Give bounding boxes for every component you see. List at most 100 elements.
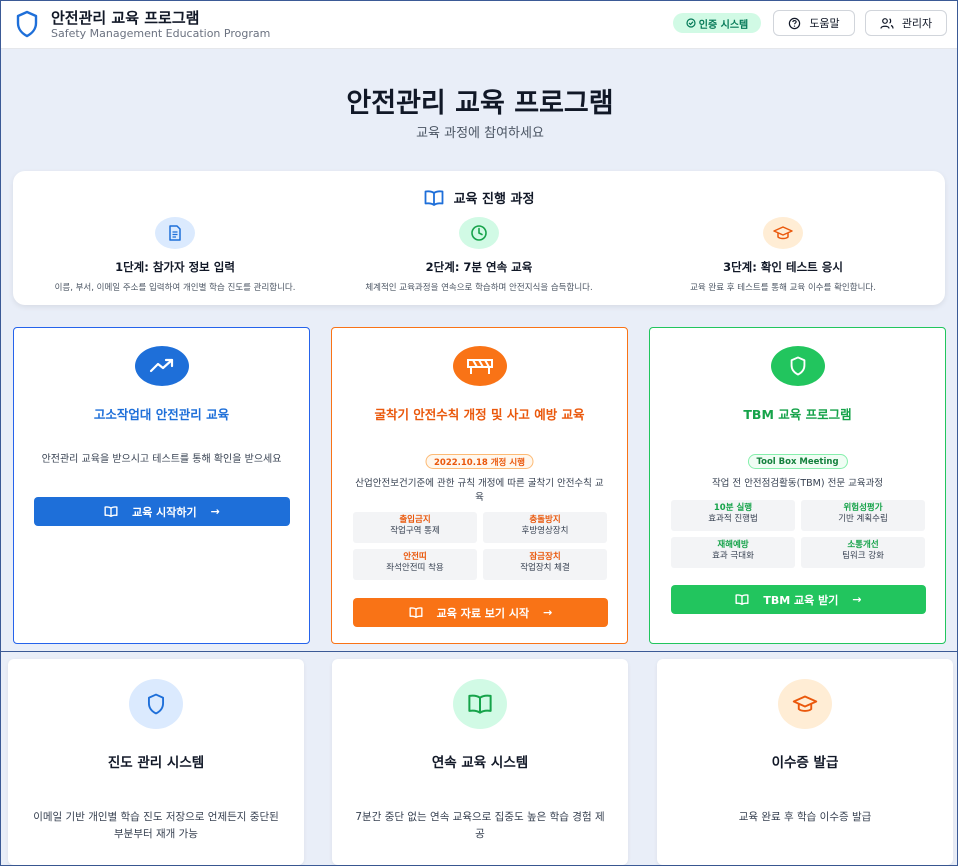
tbm-education-label: TBM 교육 받기 (763, 593, 839, 607)
certification-badge: 인증 시스템 (673, 13, 761, 33)
feature-card-progress: 진도 관리 시스템 이메일 기반 개인별 학습 진도 저장으로 언제든지 중단된… (8, 659, 304, 865)
course-2-icon-circle (452, 346, 507, 386)
cell-value: 기반 계획수립 (838, 514, 888, 525)
feature-card-continuous: 연속 교육 시스템 7분간 중단 없는 연속 교육으로 집중도 높은 학습 경험… (332, 659, 628, 865)
course-card-tbm: TBM 교육 프로그램 Tool Box Meeting 작업 전 안전점검활동… (649, 327, 946, 644)
course-1-title: 고소작업대 안전관리 교육 (93, 407, 230, 422)
book-open-icon (104, 506, 118, 517)
cell-key: 출입금지 (399, 515, 431, 525)
tool-box-meeting-badge: Tool Box Meeting (747, 454, 848, 469)
arrow-right-icon: → (210, 505, 220, 518)
step-1-title: 1단계: 참가자 정보 입력 (115, 260, 235, 274)
info-cell: 잠금장치 작업장치 체결 (483, 549, 607, 580)
step-1-desc: 이름, 부서, 이메일 주소를 입력하여 개인별 학습 진도를 관리합니다. (54, 283, 296, 293)
start-education-label: 교육 시작하기 (132, 505, 197, 519)
step-1: 1단계: 참가자 정보 입력 이름, 부서, 이메일 주소를 입력하여 개인별 … (20, 217, 330, 293)
book-open-icon (409, 607, 423, 618)
cell-value: 효과적 진행법 (708, 514, 758, 525)
feature-card-certificate: 이수증 발급 교육 완료 후 학습 이수증 발급 (657, 659, 953, 865)
admin-label: 관리자 (901, 17, 933, 30)
info-cell: 소통개선 팀워크 강화 (801, 537, 925, 568)
revision-date-badge: 2022.10.18 개정 시행 (425, 454, 534, 469)
cell-key: 안전띠 (403, 552, 427, 562)
process-title: 교육 진행 과정 (453, 192, 535, 207)
step-3-title: 3단계: 확인 테스트 응시 (723, 260, 843, 274)
start-education-button[interactable]: 교육 시작하기 → (34, 497, 290, 526)
info-cell: 충돌방지 후방영상장치 (483, 512, 607, 543)
course-3-title: TBM 교육 프로그램 (743, 407, 852, 422)
step-3-icon-circle (763, 217, 803, 249)
info-cell: 10분 실행 효과적 진행법 (671, 500, 795, 531)
cell-value: 작업구역 통제 (390, 526, 440, 537)
help-circle-icon (789, 17, 801, 29)
help-button[interactable]: 도움말 (773, 10, 855, 36)
feature-1-desc: 이메일 기반 개인별 학습 진도 저장으로 언제든지 중단된 부분부터 재개 가… (33, 811, 279, 840)
clock-icon (471, 225, 487, 241)
road-barrier-icon (466, 359, 493, 374)
feature-2-title: 연속 교육 시스템 (431, 755, 529, 771)
cell-key: 충돌방지 (529, 515, 561, 525)
feature-1-icon-circle (129, 679, 183, 729)
cell-key: 10분 실행 (713, 503, 753, 513)
shield-icon (790, 356, 805, 376)
course-3-icon-circle (770, 346, 825, 386)
feature-3-icon-circle (778, 679, 832, 729)
step-1-icon-circle (155, 217, 195, 249)
info-cell: 위험성평가 기반 계획수립 (801, 500, 925, 531)
step-2-title: 2단계: 7분 연속 교육 (425, 260, 533, 274)
feature-2-icon-circle (453, 679, 507, 729)
book-open-icon (735, 594, 749, 605)
step-2-icon-circle (459, 217, 499, 249)
app-subtitle: Safety Management Education Program (51, 27, 271, 40)
page-subtitle: 교육 과정에 참여하세요 (416, 126, 544, 141)
graduation-cap-icon (773, 226, 793, 240)
process-header: 교육 진행 과정 (13, 188, 945, 207)
check-circle-icon (686, 18, 696, 28)
admin-button[interactable]: 관리자 (865, 10, 947, 36)
book-open-icon (468, 694, 492, 714)
info-cell: 재해예방 효과 극대화 (671, 537, 795, 568)
arrow-right-icon: → (543, 606, 553, 619)
course-1-icon-circle (134, 346, 189, 386)
arrow-right-icon: → (852, 593, 862, 606)
book-open-icon (424, 189, 443, 206)
trending-up-icon (149, 358, 173, 373)
course-card-excavator: 굴착기 안전수칙 개정 및 사고 예방 교육 2022.10.18 개정 시행 … (331, 327, 628, 644)
step-2: 2단계: 7분 연속 교육 체계적인 교육과정을 연속으로 학습하며 안전지식을… (324, 217, 634, 293)
cell-value: 후방영상장치 (521, 526, 569, 537)
course-card-aerial-platform: 고소작업대 안전관리 교육 안전관리 교육을 받으시고 테스트를 통해 확인을 … (13, 327, 310, 644)
feature-3-title: 이수증 발급 (771, 755, 839, 771)
info-cell: 출입금지 작업구역 통제 (353, 512, 477, 543)
course-1-desc: 안전관리 교육을 받으시고 테스트를 통해 확인을 받으세요 (41, 454, 282, 465)
cell-key: 소통개선 (847, 540, 879, 550)
course-2-title: 굴착기 안전수칙 개정 및 사고 예방 교육 (374, 407, 585, 422)
cell-value: 팀워크 강화 (842, 551, 884, 562)
step-2-desc: 체계적인 교육과정을 연속으로 학습하며 안전지식을 습득합니다. (365, 283, 593, 293)
graduation-cap-icon (792, 695, 818, 712)
badge-label: 인증 시스템 (698, 19, 749, 31)
top-bar: 안전관리 교육 프로그램 Safety Management Education… (1, 1, 957, 49)
feature-3-desc: 교육 완료 후 학습 이수증 발급 (738, 811, 872, 823)
view-materials-label: 교육 자료 보기 시작 (436, 606, 530, 620)
cell-key: 잠금장치 (529, 552, 561, 562)
feature-2-desc: 7분간 중단 없는 연속 교육으로 집중도 높은 학습 경험 제공 (355, 811, 605, 840)
cell-key: 위험성평가 (843, 503, 883, 513)
tbm-education-button[interactable]: TBM 교육 받기 → (671, 585, 926, 614)
course-3-desc: 작업 전 안전점검활동(TBM) 전문 교육과정 (711, 478, 884, 489)
help-label: 도움말 (809, 17, 840, 30)
shield-icon (147, 693, 165, 715)
cell-value: 작업장치 체결 (520, 563, 570, 574)
section-divider (1, 651, 957, 652)
document-icon (169, 225, 181, 241)
step-3: 3단계: 확인 테스트 응시 교육 완료 후 테스트를 통해 교육 이수를 확인… (628, 217, 938, 293)
info-cell: 안전띠 좌석안전띠 착용 (353, 549, 477, 580)
process-card: 교육 진행 과정 1단계: 참가자 정보 입력 이름, 부서, 이메일 주소를 … (13, 171, 945, 305)
shield-logo-icon (16, 10, 38, 38)
cell-key: 재해예방 (717, 540, 749, 550)
step-3-desc: 교육 완료 후 테스트를 통해 교육 이수를 확인합니다. (690, 283, 876, 293)
users-icon (880, 17, 894, 29)
view-materials-button[interactable]: 교육 자료 보기 시작 → (353, 598, 608, 627)
app-title: 안전관리 교육 프로그램 (51, 9, 200, 27)
cell-value: 좌석안전띠 착용 (386, 563, 444, 574)
cell-value: 효과 극대화 (712, 551, 754, 562)
